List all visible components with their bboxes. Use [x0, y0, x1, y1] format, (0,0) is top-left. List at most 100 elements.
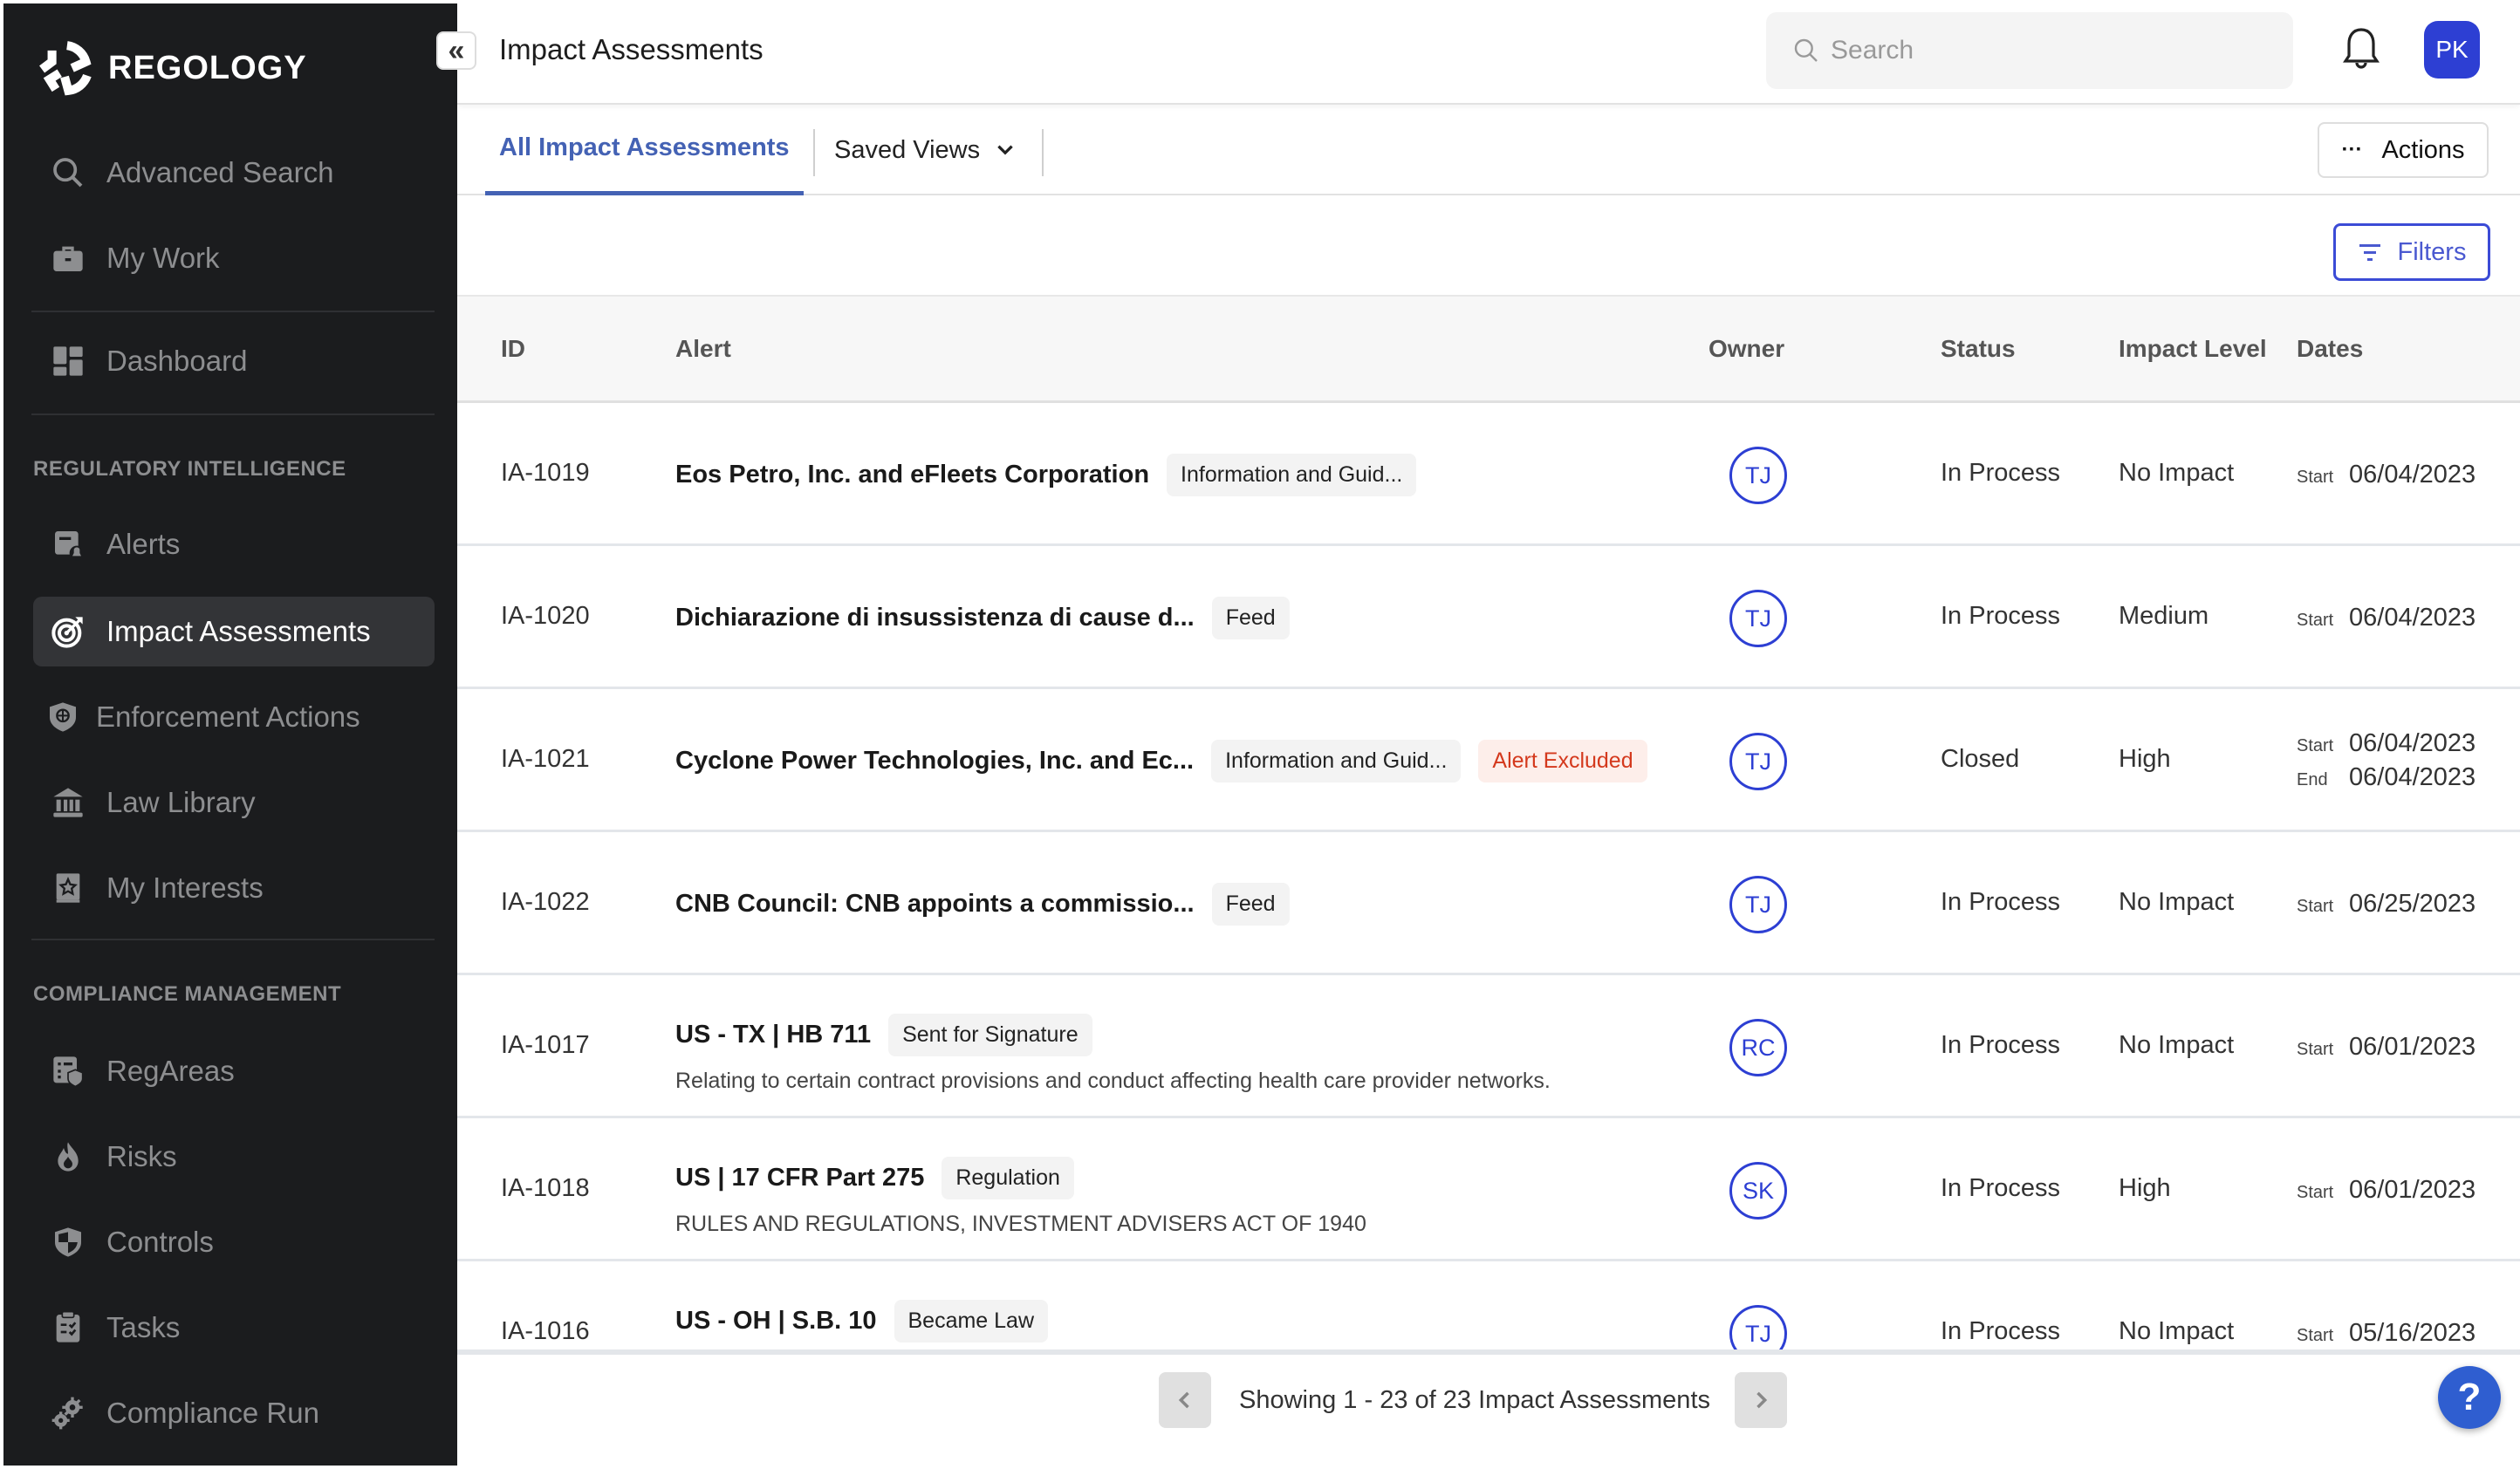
owner-avatar[interactable]: TJ — [1729, 1305, 1787, 1349]
sidebar-item-label: My Work — [106, 242, 220, 274]
assessment-id[interactable]: IA-1020 — [501, 602, 590, 631]
end-date: End 06/04/2023 — [2297, 763, 2475, 792]
status-value: In Process — [1941, 1174, 2060, 1202]
alert-cell: US | 17 CFR Part 275 Regulation RULES AN… — [675, 1118, 1366, 1261]
sidebar-item-my-work[interactable]: My Work — [33, 223, 435, 293]
table-row[interactable]: IA-1020 Dichiarazione di insussistenza d… — [457, 546, 2520, 689]
start-date: Start 05/16/2023 — [2297, 1319, 2475, 1348]
impact-level-value: Medium — [2119, 602, 2209, 630]
sidebar-item-controls[interactable]: Controls — [33, 1207, 435, 1277]
column-header-owner[interactable]: Owner — [1709, 335, 1784, 363]
table-row[interactable]: IA-1019 Eos Petro, Inc. and eFleets Corp… — [457, 403, 2520, 546]
assessment-id[interactable]: IA-1021 — [501, 745, 590, 774]
start-label: Start — [2297, 736, 2334, 755]
column-header-impact-level[interactable]: Impact Level — [2119, 335, 2267, 363]
alert-title[interactable]: US - OH | S.B. 10 — [675, 1307, 877, 1336]
table-row[interactable]: IA-1016 US - OH | S.B. 10 Became Law Inc… — [457, 1261, 2520, 1352]
start-label: Start — [2297, 1325, 2334, 1345]
start-label: Start — [2297, 467, 2334, 487]
search-icon — [49, 154, 87, 192]
alert-title[interactable]: US - TX | HB 711 — [675, 1021, 871, 1049]
sidebar-item-label: Risks — [106, 1140, 177, 1172]
alert-title[interactable]: Eos Petro, Inc. and eFleets Corporation — [675, 461, 1149, 489]
actions-button[interactable]: ··· Actions — [2318, 122, 2489, 178]
column-header-id[interactable]: ID — [501, 335, 525, 363]
global-search[interactable] — [1766, 12, 2293, 89]
alert-title[interactable]: US | 17 CFR Part 275 — [675, 1164, 924, 1192]
help-button[interactable]: ? — [2438, 1366, 2501, 1429]
shield-icon — [49, 1223, 87, 1261]
start-date: Start 06/04/2023 — [2297, 729, 2475, 758]
alert-type-tag: Became Law — [894, 1300, 1049, 1343]
next-page-button[interactable] — [1735, 1372, 1787, 1428]
chevron-down-icon — [997, 145, 1013, 155]
impact-assessments-table: ID Alert Owner Status Impact Level Dates… — [457, 295, 2520, 1352]
previous-page-button[interactable] — [1159, 1372, 1211, 1428]
sidebar-item-tasks[interactable]: Tasks — [33, 1293, 435, 1363]
filters-button[interactable]: Filters — [2333, 223, 2490, 281]
sidebar-item-risks[interactable]: Risks — [33, 1122, 435, 1192]
brand-logo[interactable]: REGOLOGY — [33, 37, 307, 99]
alert-title[interactable]: Cyclone Power Technologies, Inc. and Ec.… — [675, 747, 1194, 775]
owner-avatar[interactable]: TJ — [1729, 876, 1787, 933]
sidebar-item-impact-assessments[interactable]: Impact Assessments — [33, 597, 435, 666]
sidebar-item-enforcement-actions[interactable]: Enforcement Actions — [33, 682, 435, 752]
sidebar-item-compliance-run[interactable]: Compliance Run — [33, 1378, 435, 1448]
section-label-compliance: COMPLIANCE MANAGEMENT — [33, 982, 342, 1006]
sidebar-divider — [31, 413, 435, 415]
table-body: IA-1019 Eos Petro, Inc. and eFleets Corp… — [457, 403, 2520, 1352]
pagination-bar: Showing 1 - 23 of 23 Impact Assessments — [457, 1352, 2520, 1469]
alert-type-tag: Feed — [1211, 596, 1290, 639]
table-row[interactable]: IA-1017 US - TX | HB 711 Sent for Signat… — [457, 975, 2520, 1118]
table-row[interactable]: IA-1022 CNB Council: CNB appoints a comm… — [457, 832, 2520, 975]
start-label: Start — [2297, 610, 2334, 630]
assessment-id[interactable]: IA-1018 — [501, 1174, 590, 1203]
user-avatar[interactable]: PK — [2424, 21, 2480, 79]
alert-cell: US - TX | HB 711 Sent for Signature Rela… — [675, 975, 1551, 1118]
question-mark-icon: ? — [2457, 1376, 2482, 1418]
sidebar-item-dashboard[interactable]: Dashboard — [33, 326, 435, 396]
owner-avatar[interactable]: TJ — [1729, 447, 1787, 504]
notifications-bell-icon[interactable] — [2340, 26, 2382, 75]
assessment-id[interactable]: IA-1019 — [501, 459, 590, 488]
chevron-right-icon — [1756, 1391, 1768, 1409]
search-input[interactable] — [1831, 36, 2267, 65]
gears-icon — [49, 1394, 87, 1432]
sidebar-item-alerts[interactable]: Alerts — [33, 509, 435, 579]
start-date-value: 06/04/2023 — [2349, 729, 2476, 757]
owner-avatar[interactable]: SK — [1729, 1162, 1787, 1220]
column-header-dates[interactable]: Dates — [2297, 335, 2363, 363]
column-header-status[interactable]: Status — [1941, 335, 2016, 363]
sidebar-item-my-interests[interactable]: My Interests — [33, 853, 435, 923]
shield-globe-icon — [44, 698, 82, 736]
assessment-id[interactable]: IA-1017 — [501, 1031, 590, 1060]
alert-title[interactable]: Dichiarazione di insussistenza di cause … — [675, 604, 1195, 632]
sidebar-item-law-library[interactable]: Law Library — [33, 768, 435, 837]
tab-all-impact-assessments[interactable]: All Impact Assessments — [485, 105, 804, 195]
star-book-icon — [49, 869, 87, 907]
sidebar-item-advanced-search[interactable]: Advanced Search — [33, 138, 435, 208]
fire-icon — [49, 1138, 87, 1176]
actions-label: Actions — [2381, 135, 2465, 164]
table-row[interactable]: IA-1021 Cyclone Power Technologies, Inc.… — [457, 689, 2520, 832]
owner-avatar[interactable]: RC — [1729, 1019, 1787, 1076]
sidebar-item-label: Alerts — [106, 528, 181, 560]
owner-avatar[interactable]: TJ — [1729, 590, 1787, 647]
assessment-id[interactable]: IA-1016 — [501, 1317, 590, 1346]
assessment-id[interactable]: IA-1022 — [501, 888, 590, 917]
table-row[interactable]: IA-1018 US | 17 CFR Part 275 Regulation … — [457, 1118, 2520, 1261]
owner-avatar[interactable]: TJ — [1729, 733, 1787, 790]
column-header-alert[interactable]: Alert — [675, 335, 731, 363]
start-date: Start 06/25/2023 — [2297, 890, 2475, 919]
start-label: Start — [2297, 1182, 2334, 1202]
impact-level-value: No Impact — [2119, 459, 2235, 487]
status-value: In Process — [1941, 888, 2060, 916]
sidebar-item-label: My Interests — [106, 871, 264, 904]
saved-views-dropdown[interactable]: Saved Views — [834, 105, 1017, 195]
alert-type-tag: Information and Guid... — [1167, 453, 1417, 496]
alerts-icon — [49, 525, 87, 564]
alert-title[interactable]: CNB Council: CNB appoints a commissio... — [675, 890, 1195, 919]
more-horizontal-icon: ··· — [2341, 138, 2363, 161]
sidebar-item-regareas[interactable]: RegAreas — [33, 1036, 435, 1106]
collapse-sidebar-button[interactable]: « — [436, 31, 476, 70]
